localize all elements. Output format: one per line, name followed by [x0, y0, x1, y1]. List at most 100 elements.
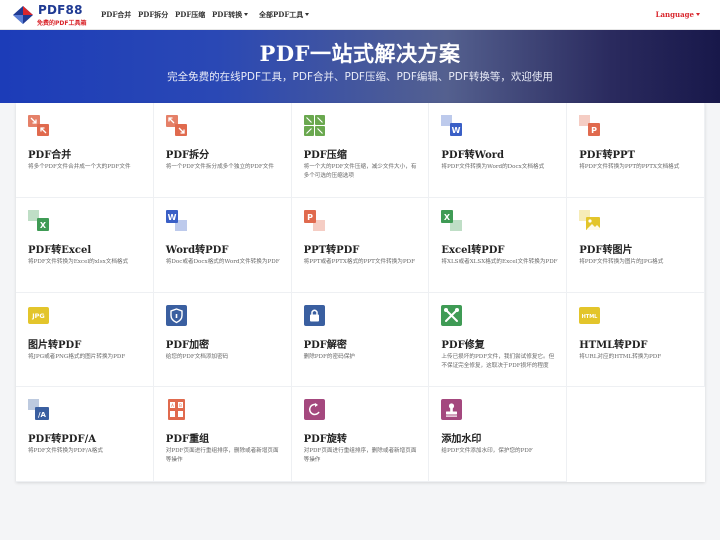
tool-title: PDF加密 [165, 339, 210, 351]
svg-text:HTML: HTML [582, 314, 599, 320]
tool-card[interactable]: PDF转图片将PDF文件转换为图片的JPG格式 [567, 197, 705, 293]
rotate-icon [303, 399, 325, 421]
nav-item-compress[interactable]: PDF压缩 [175, 10, 205, 20]
tool-card[interactable]: /A PDF转PDF/A 将PDF文件转换为PDF/A格式 [16, 387, 154, 482]
ppt-to-pdf-icon: P [303, 209, 325, 231]
tool-description: 对PDF页面进行重组排序，删除或者新增页面等操作 [303, 448, 417, 464]
tool-card[interactable]: PDF加密给您的PDF文档添加密码 [153, 292, 292, 388]
nav-item-all-tools[interactable]: 全部PDF工具 [259, 10, 310, 20]
tool-description: 对PDF页面进行重组排序，删除或者新增页面等操作 [165, 448, 279, 464]
logo-slogan: 免费的PDF工具箱 [37, 20, 87, 27]
tool-description: 将PPT或者PPTX格式的PPT文件转换为PDF [303, 258, 416, 265]
tool-title: HTML转PDF [579, 339, 648, 351]
tool-description: 将PDF文件转换为图片的JPG格式 [579, 258, 664, 265]
tool-title: Excel转PDF [441, 244, 505, 256]
nav-item-convert-label: PDF转换 [212, 10, 243, 19]
tool-card[interactable]: PDF旋转对PDF页面进行重组排序，删除或者新增页面等操作 [291, 387, 430, 482]
tool-card[interactable]: PDF修复上传已损坏的PDF文件，我们尝试修复它。但不保证完全修复，这取决于PD… [429, 292, 568, 388]
tool-grid: PDF合并 将多个PDF文件合并成一个大的PDF文件 PDF拆分 将一个PDF文件拆分… [16, 103, 705, 482]
logo[interactable]: PDF88 免费的PDF工具箱 [12, 3, 92, 28]
tool-description: 将多个PDF文件合并成一个大的PDF文件 [28, 164, 131, 170]
chevron-down-icon [244, 13, 249, 16]
tool-title: PDF合并 [28, 150, 72, 161]
top-nav: PDF88 免费的PDF工具箱 PDF合并 PDF拆分 PDF压缩 PDF转换 … [0, 0, 720, 30]
tool-card[interactable]: 添加水印 给PDF文件添加水印，保护您的PDF [429, 387, 568, 482]
tool-title: PDF旋转 [303, 434, 347, 446]
language-label: Language [655, 10, 694, 19]
svg-text:P: P [591, 126, 597, 135]
svg-text:X: X [444, 213, 451, 222]
tool-description: 将PDF文件转换为PDF/A格式 [28, 448, 103, 455]
tool-title: PDF转图片 [579, 244, 633, 256]
split-icon [165, 115, 187, 136]
tool-card[interactable]: PDF拆分将一个PDF文件拆分成多个独立的PDF文件 [153, 103, 292, 198]
tool-description: 将一个PDF文件拆分成多个独立的PDF文件 [165, 164, 274, 170]
pdf-to-image-icon [579, 209, 601, 230]
lock-icon [303, 304, 325, 326]
tool-card[interactable]: P PPT转PDF 将PPT或者PPTX格式的PPT文件转换为PDF [291, 197, 430, 293]
shield-icon [165, 304, 187, 326]
pdf-to-word-icon: W [441, 115, 463, 136]
watermark-icon [441, 399, 463, 421]
nav-item-all-tools-label: 全部PDF工具 [259, 10, 304, 19]
tool-card[interactable]: P PDF转PPT 将PDF文件转换为PPT的PPTX文档格式 [567, 103, 705, 198]
tool-description: 将Doc或者Docx格式的Word文件转换为PDF [165, 258, 280, 265]
tool-card[interactable]: W Word转PDF 将Doc或者Docx格式的Word文件转换为PDF [153, 197, 292, 293]
chevron-down-icon [696, 13, 700, 16]
tool-title: 图片转PDF [28, 339, 82, 351]
tool-description: 将PDF文件转换为PPT的PPTX文档格式 [579, 164, 680, 170]
tool-description: 删除PDF的密码保护 [303, 353, 355, 360]
tool-description: 给您的PDF文档添加密码 [165, 353, 229, 360]
tool-title: PDF转Word [441, 150, 505, 161]
tool-card[interactable]: PDF合并将多个PDF文件合并成一个大的PDF文件 [16, 103, 154, 198]
tool-description: 将URL对应的HTML转换为PDF [579, 353, 662, 360]
repair-icon [441, 304, 463, 326]
svg-text:JPG: JPG [31, 312, 45, 320]
nav-item-convert[interactable]: PDF转换 [212, 10, 249, 20]
merge-icon [28, 115, 49, 136]
svg-text:B: B [179, 403, 182, 408]
compress-icon [303, 115, 325, 136]
svg-text:P: P [307, 213, 313, 222]
html-to-pdf-icon: HTML [579, 306, 601, 324]
tool-description: 将XLS或者XLSX格式的Excel文件转换为PDF [441, 258, 558, 265]
logo-name: PDF88 [38, 3, 83, 17]
tool-card[interactable]: PDF压缩 将一个大的PDF文件压缩，减少文件大小，有多个可选的压缩选项 [291, 103, 430, 198]
tool-description: 将PDF文件转换为Excel的xlsx文档格式 [28, 258, 129, 265]
tool-title: PDF修复 [441, 339, 485, 351]
svg-text:W: W [452, 126, 461, 135]
image-to-pdf-icon: JPG [28, 306, 49, 324]
tool-title: PDF转PDF/A [28, 434, 96, 446]
tool-title: PDF重组 [165, 434, 210, 446]
reorder-icon: AB [167, 399, 185, 421]
tool-title: PDF转Excel [28, 244, 92, 256]
tool-card[interactable]: A B PDF重组对PDF页面进行重组排序，删除或者新增页面等操作 [153, 387, 292, 482]
tool-card[interactable]: PDF解密删除PDF的密码保护 [291, 292, 430, 388]
tool-card[interactable]: W PDF转Word 将PDF文件转换为Word的Docx文档格式 [429, 103, 568, 198]
tool-card[interactable]: X Excel转PDF 将XLS或者XLSX格式的Excel文件转换为PDF [429, 197, 568, 293]
tool-card[interactable]: JPG 图片转PDF 将JPG或者PNG格式的图片转换为PDF [16, 292, 154, 388]
nav-item-split[interactable]: PDF拆分 [138, 10, 168, 20]
word-to-pdf-icon: W [165, 209, 187, 231]
pdf-to-ppt-icon: P [579, 115, 601, 136]
hero-subtitle: 完全免费的在线PDF工具，PDF合并、PDF压缩、PDF编辑、PDF转换等，欢迎… [167, 71, 553, 83]
tool-title: PDF压缩 [303, 150, 347, 161]
tool-title: PDF转PPT [579, 150, 635, 161]
tool-card[interactable]: X PDF转Excel 将PDF文件转换为Excel的xlsx文档格式 [16, 197, 154, 293]
tool-title: PPT转PDF [303, 244, 360, 256]
svg-text:W: W [167, 213, 176, 222]
chevron-down-icon [305, 13, 310, 16]
nav-item-merge[interactable]: PDF合并 [101, 10, 131, 20]
tool-title: 添加水印 [441, 434, 482, 446]
pdf-to-excel-icon: X [28, 209, 49, 231]
tool-card[interactable]: HTML HTML转PDF 将URL对应的HTML转换为PDF [567, 292, 705, 388]
tool-title: PDF拆分 [165, 150, 210, 161]
svg-text:A: A [171, 403, 174, 408]
logo-mark-icon [13, 6, 33, 24]
tool-description: 上传已损坏的PDF文件，我们尝试修复它。但不保证完全修复，这取决于PDF损坏的程… [441, 353, 555, 369]
svg-text:X: X [40, 221, 47, 230]
svg-text:/A: /A [38, 411, 47, 419]
language-selector[interactable]: Language [656, 10, 700, 19]
tool-title: Word转PDF [165, 244, 229, 256]
tool-title: PDF解密 [303, 339, 347, 351]
